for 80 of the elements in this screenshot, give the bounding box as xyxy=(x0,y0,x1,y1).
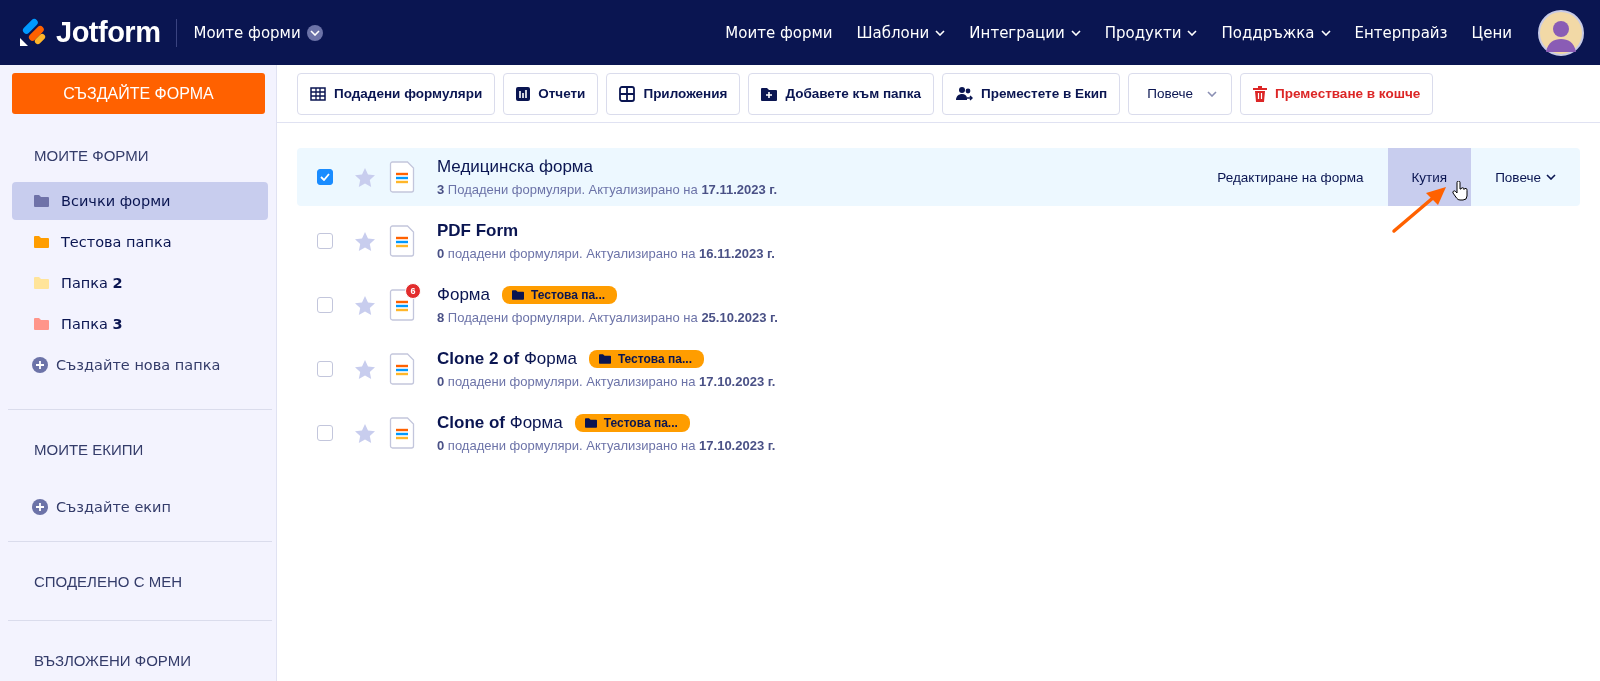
section-heading: ВЪЗЛОЖЕНИ ФОРМИ xyxy=(33,650,192,671)
form-title[interactable]: Форма xyxy=(437,285,490,305)
form-details: 0 подадени формуляри. Актуализирано на 17.10.2023 г. xyxy=(437,374,776,389)
folder-item[interactable]: Тестова папка xyxy=(12,223,268,261)
form-details: 0 подадени формуляри. Актуализирано на 16.11.2023 г. xyxy=(437,246,775,261)
logo-text[interactable]: Jotform xyxy=(56,16,161,49)
form-details: 3 Подадени формуляри. Актуализирано на 17.11.2023 г. xyxy=(437,182,778,197)
form-document-icon xyxy=(389,417,415,449)
form-row[interactable]: Clone of Форма Тестова па... 0 подадени формуляри. Актуализирано на 17.10.2023 г. xyxy=(297,404,1580,462)
notification-badge: 6 xyxy=(405,283,421,299)
form-document-icon xyxy=(389,225,415,257)
form-details: 0 подадени формуляри. Актуализирано на 17.10.2023 г. xyxy=(437,438,776,453)
nav-link[interactable]: Цени xyxy=(1471,23,1512,42)
chevron-down-icon xyxy=(1207,90,1218,97)
nav-link[interactable]: Ентерпрайз xyxy=(1354,23,1448,42)
form-document-icon xyxy=(389,289,415,321)
nav-link[interactable]: Продукти xyxy=(1104,23,1198,42)
hand-cursor-icon xyxy=(1452,181,1468,201)
logo-icon xyxy=(18,17,48,48)
folder-icon xyxy=(584,418,597,428)
form-row[interactable]: Медицинска форма 3 Подадени формуляри. Актуализирано на 17.11.2023 г. Редактиране на форма Кутия Повече xyxy=(297,148,1580,206)
form-details: 8 Подадени формуляри. Актуализирано на 25.10.2023 г. xyxy=(437,310,778,325)
nav-link[interactable]: Интеграции xyxy=(969,23,1081,42)
folder-item[interactable]: Всички форми xyxy=(12,182,268,220)
toolbar-button[interactable]: Добавете към папка xyxy=(748,72,934,115)
checkbox[interactable] xyxy=(317,169,333,185)
plus-circle-icon xyxy=(32,499,48,515)
nav-link[interactable]: Моите форми xyxy=(725,23,833,42)
form-document-icon xyxy=(389,161,415,193)
nav-link[interactable]: Поддръжка xyxy=(1221,23,1331,42)
more-dropdown[interactable]: Повече xyxy=(1128,72,1233,115)
workspace-dropdown[interactable]: Моите форми xyxy=(193,23,323,42)
row-action-button[interactable]: Повече xyxy=(1471,148,1580,206)
people-icon xyxy=(955,85,973,102)
form-row[interactable]: PDF Form 0 подадени формуляри. Актуализирано на 16.11.2023 г. xyxy=(297,212,1580,270)
bar-chart-icon xyxy=(516,85,531,102)
folder-item[interactable]: Папка 3 xyxy=(12,305,268,343)
form-title[interactable]: Медицинска форма xyxy=(437,157,593,177)
checkbox[interactable] xyxy=(317,361,333,377)
grid-icon xyxy=(619,85,636,102)
folder-plus-icon xyxy=(761,86,778,101)
star-icon[interactable] xyxy=(355,423,375,443)
table-icon xyxy=(310,85,326,102)
toolbar-button[interactable]: Преместете в Екип xyxy=(942,72,1121,115)
checkbox[interactable] xyxy=(317,297,333,313)
form-document-icon xyxy=(389,353,415,385)
toolbar-button[interactable]: Преместване в кошче xyxy=(1240,72,1434,115)
avatar[interactable] xyxy=(1538,9,1584,56)
toolbar-button[interactable]: Отчети xyxy=(503,72,599,115)
folder-item[interactable]: Папка 2 xyxy=(12,264,268,302)
checkbox[interactable] xyxy=(317,425,333,441)
check-icon xyxy=(320,173,330,181)
star-icon[interactable] xyxy=(355,359,375,379)
toolbar-button[interactable]: Приложения xyxy=(606,72,741,115)
nav-link[interactable]: Шаблони xyxy=(856,23,946,42)
folder-icon xyxy=(512,290,524,300)
folder-tag[interactable]: Тестова па... xyxy=(588,350,704,368)
form-title[interactable]: Clone 2 of Форма xyxy=(437,349,577,369)
plus-circle-icon xyxy=(32,357,48,373)
form-row[interactable]: 6 Форма Тестова па... 8 Подадени формуляри. Актуализирано на 25.10.2023 г. xyxy=(297,276,1580,334)
star-icon[interactable] xyxy=(355,167,375,187)
folder-icon xyxy=(598,354,611,364)
folder-tag[interactable]: Тестова па... xyxy=(502,286,618,304)
trash-icon xyxy=(1253,85,1268,102)
chevron-down-icon xyxy=(309,29,320,36)
form-title[interactable]: Clone of Форма xyxy=(437,413,563,433)
checkbox[interactable] xyxy=(317,233,333,249)
row-action-button[interactable]: Редактиране на форма xyxy=(1193,148,1388,206)
add-item[interactable]: Създайте екип xyxy=(12,488,268,526)
toolbar-button[interactable]: Подадени формуляри xyxy=(297,72,496,115)
row-action-button[interactable]: Кутия xyxy=(1387,148,1472,206)
form-title[interactable]: PDF Form xyxy=(437,221,519,241)
add-item[interactable]: Създайте нова папка xyxy=(12,346,268,384)
section-heading: СПОДЕЛЕНО С МЕН xyxy=(33,571,183,592)
section-heading: МОИТЕ ФОРМИ xyxy=(33,145,150,166)
form-row[interactable]: Clone 2 of Форма Тестова па... 0 подадени формуляри. Актуализирано на 17.10.2023 г. xyxy=(297,340,1580,398)
star-icon[interactable] xyxy=(355,231,375,251)
folder-tag[interactable]: Тестова па... xyxy=(574,414,690,432)
section-heading: МОИТЕ ЕКИПИ xyxy=(33,439,145,460)
star-icon[interactable] xyxy=(355,295,375,315)
